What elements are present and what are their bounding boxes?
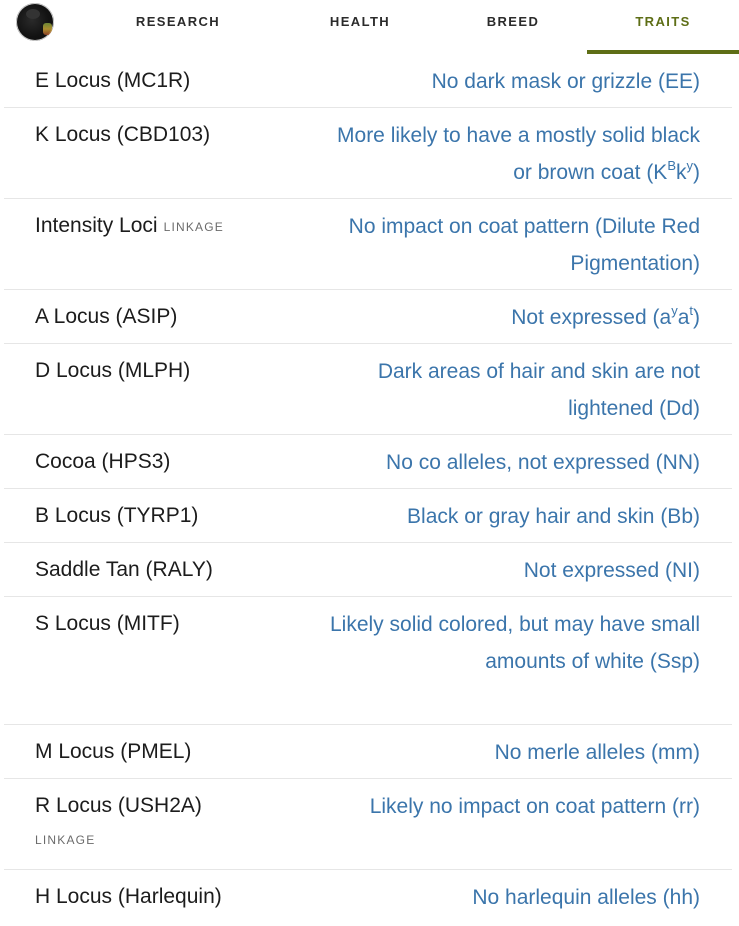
trait-result-text: a — [677, 306, 690, 329]
trait-row-a-locus[interactable]: A Locus (ASIP) Not expressed (ayat) — [4, 290, 732, 344]
trait-result: More likely to have a mostly solid black… — [324, 117, 700, 191]
trait-row-b-locus[interactable]: B Locus (TYRP1) Black or gray hair and s… — [4, 489, 732, 543]
top-navigation: RESEARCH HEALTH BREED TRAITS — [0, 0, 739, 54]
trait-row-s-locus[interactable]: S Locus (MITF) Likely solid colored, but… — [4, 597, 732, 725]
dog-avatar-icon[interactable] — [16, 3, 54, 41]
trait-result: Likely no impact on coat pattern (rr) — [369, 795, 700, 818]
trait-result: No co alleles, not expressed (NN) — [386, 451, 700, 474]
tab-health[interactable]: HEALTH — [300, 0, 420, 50]
trait-name-text: D Locus (MLPH) — [35, 359, 191, 382]
trait-row-cocoa[interactable]: Cocoa (HPS3) No co alleles, not expresse… — [4, 435, 732, 489]
trait-name-text: E Locus (MC1R) — [35, 69, 191, 92]
allele-superscript: B — [667, 158, 676, 173]
trait-name-text: Intensity Loci — [35, 214, 158, 237]
trait-result: No harlequin alleles (hh) — [472, 886, 700, 909]
trait-row-r-locus[interactable]: R Locus (USH2A) LINKAGE Likely no impact … — [4, 779, 732, 870]
trait-result: Black or gray hair and skin (Bb) — [407, 505, 700, 528]
tab-traits[interactable]: TRAITS — [587, 0, 739, 54]
trait-name: H Locus (Harlequin) — [35, 883, 325, 911]
trait-name: E Locus (MC1R) — [35, 67, 325, 95]
trait-row-k-locus[interactable]: K Locus (CBD103) More likely to have a m… — [4, 108, 732, 199]
trait-result-text: k — [676, 161, 687, 184]
trait-row-intensity-loci[interactable]: Intensity Loci LINKAGE No impact on coat … — [4, 199, 732, 290]
trait-result: Likely solid colored, but may have small… — [329, 613, 700, 673]
trait-name: R Locus (USH2A) LINKAGE — [35, 792, 325, 848]
trait-row-m-locus[interactable]: M Locus (PMEL) No merle alleles (mm) — [4, 725, 732, 779]
trait-name-text: Saddle Tan (RALY) — [35, 558, 213, 581]
trait-row-e-locus[interactable]: E Locus (MC1R) No dark mask or grizzle (… — [4, 54, 732, 108]
trait-name: D Locus (MLPH) — [35, 357, 325, 385]
trait-result-text: ) — [693, 306, 700, 329]
trait-name-text: S Locus (MITF) — [35, 612, 180, 635]
trait-name-text: K Locus (CBD103) — [35, 123, 211, 146]
trait-result: No dark mask or grizzle (EE) — [431, 70, 700, 93]
trait-name: B Locus (TYRP1) — [35, 502, 325, 530]
trait-result: Not expressed (NI) — [523, 559, 700, 582]
tab-breed[interactable]: BREED — [455, 0, 571, 50]
trait-name-text: B Locus (TYRP1) — [35, 504, 199, 527]
trait-result: Not expressed (ayat) — [324, 299, 700, 336]
trait-result-text: ) — [693, 161, 700, 184]
linkage-badge: LINKAGE — [35, 833, 96, 847]
trait-name: M Locus (PMEL) — [35, 738, 325, 766]
tab-research[interactable]: RESEARCH — [118, 0, 238, 50]
trait-name: Saddle Tan (RALY) — [35, 556, 325, 584]
trait-name-text: A Locus (ASIP) — [35, 305, 178, 328]
traits-list: E Locus (MC1R) No dark mask or grizzle (… — [0, 54, 739, 924]
avatar-ear-shape — [26, 9, 40, 19]
trait-name: K Locus (CBD103) — [35, 121, 325, 149]
trait-name-text: Cocoa (HPS3) — [35, 450, 171, 473]
linkage-badge: LINKAGE — [163, 220, 224, 234]
trait-row-saddle-tan[interactable]: Saddle Tan (RALY) Not expressed (NI) — [4, 543, 732, 597]
avatar-color-patch — [43, 23, 52, 35]
trait-name-text: H Locus (Harlequin) — [35, 885, 222, 908]
trait-name: Cocoa (HPS3) — [35, 448, 325, 476]
trait-result: Dark areas of hair and skin are not ligh… — [377, 360, 700, 420]
trait-name-text: R Locus (USH2A) — [35, 794, 202, 817]
trait-result-text: More likely to have a mostly solid black… — [337, 124, 700, 184]
trait-result: No impact on coat pattern (Dilute Red Pi… — [348, 215, 700, 275]
trait-name: A Locus (ASIP) — [35, 303, 325, 331]
trait-name: Intensity Loci LINKAGE — [35, 212, 325, 241]
trait-row-h-locus[interactable]: H Locus (Harlequin) No harlequin alleles… — [4, 870, 732, 924]
trait-row-d-locus[interactable]: D Locus (MLPH) Dark areas of hair and sk… — [4, 344, 732, 435]
trait-name-text: M Locus (PMEL) — [35, 740, 192, 763]
trait-name: S Locus (MITF) — [35, 610, 325, 638]
trait-result: No merle alleles (mm) — [494, 741, 700, 764]
trait-result-text: Not expressed (a — [511, 306, 672, 329]
